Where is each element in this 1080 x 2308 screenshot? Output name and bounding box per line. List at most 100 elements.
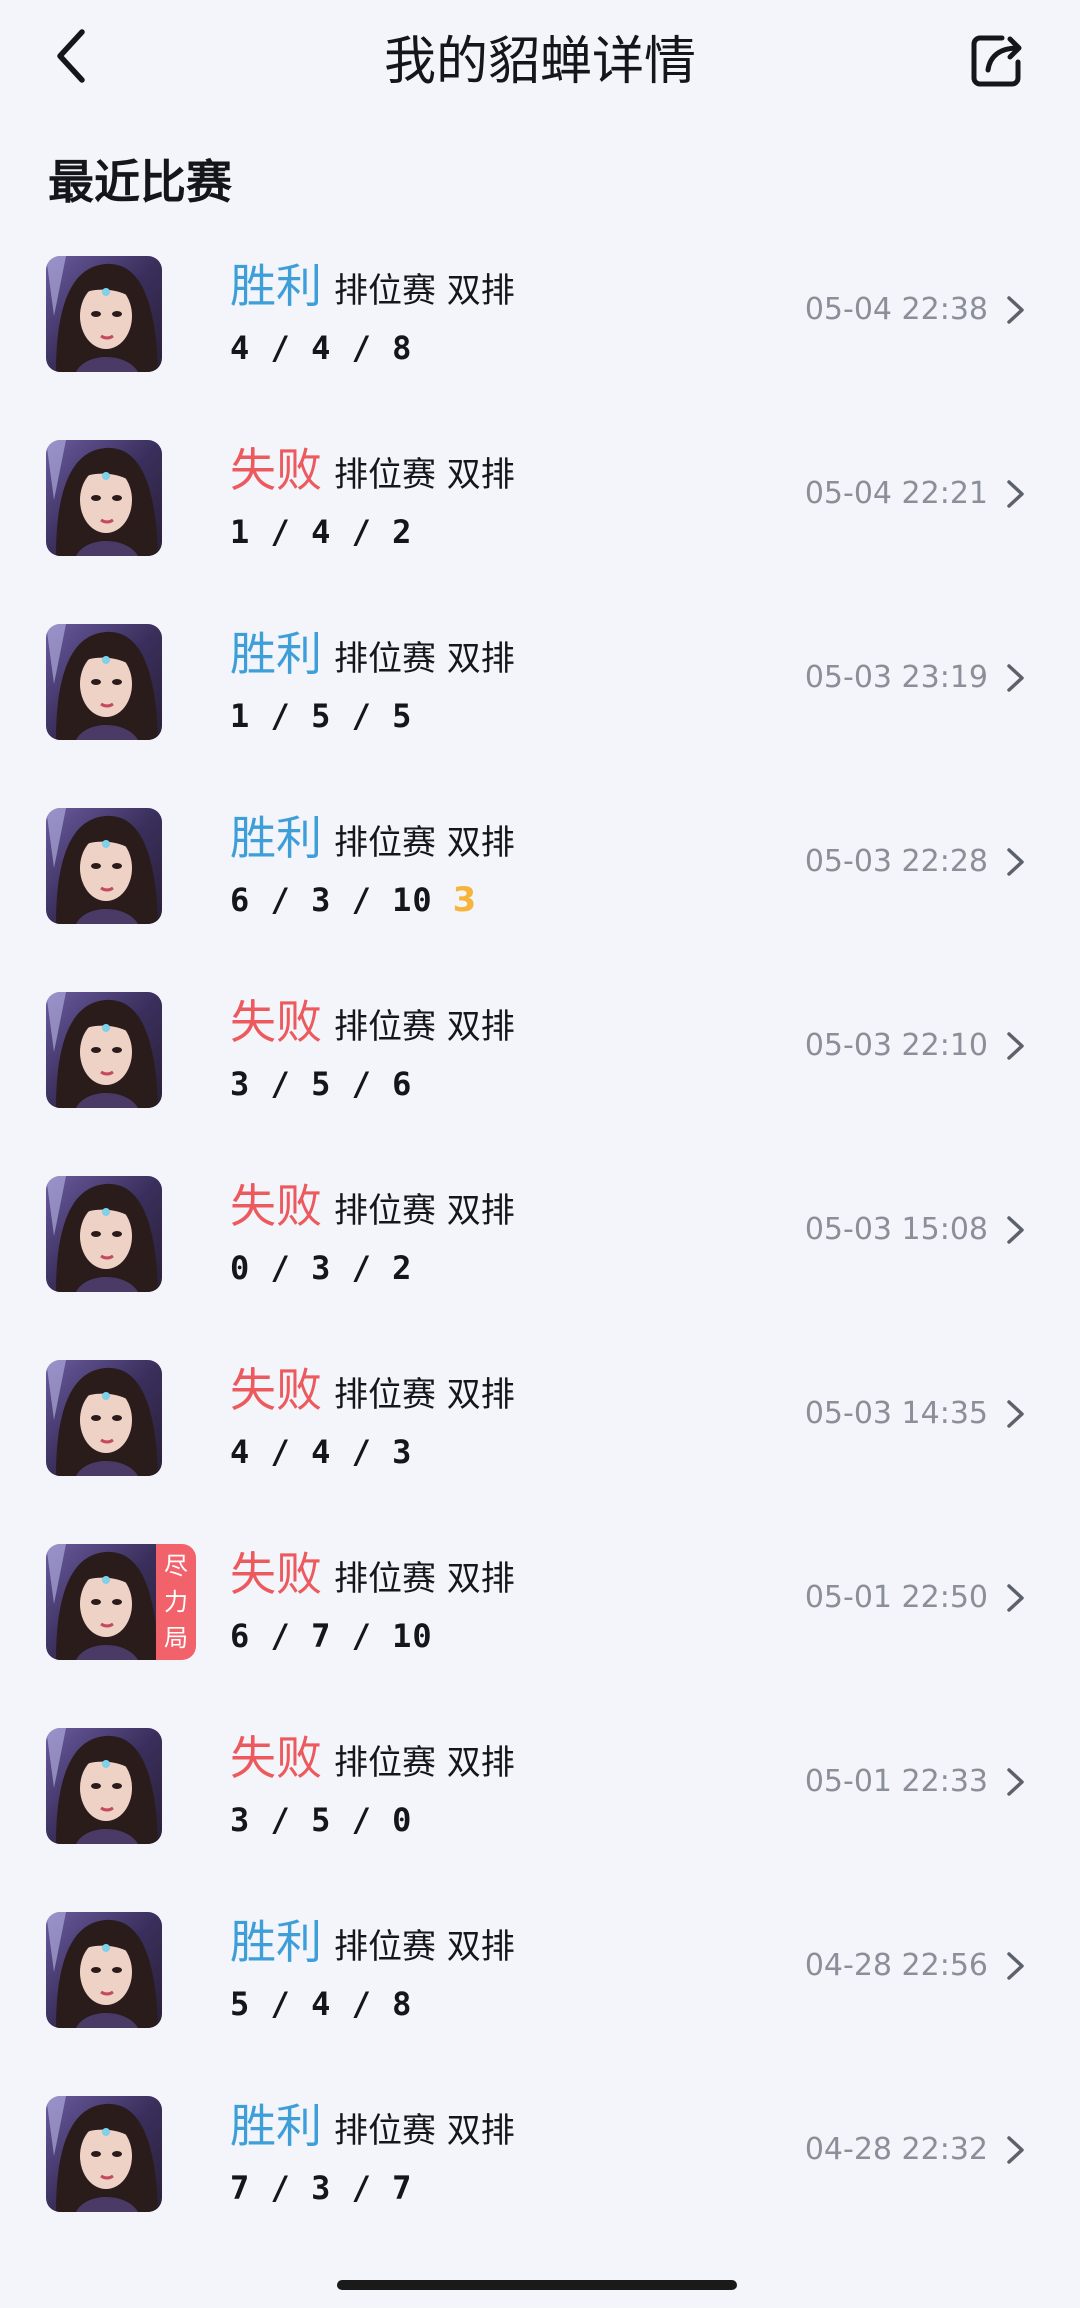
kda-stats: 6 / 3 / 10 3	[230, 876, 477, 924]
hero-avatar	[46, 1176, 162, 1292]
kda-value: 7 / 3 / 7	[230, 2169, 413, 2207]
kda-value: 5 / 4 / 8	[230, 1985, 413, 2023]
match-row[interactable]: 失败 排位赛 双排 3 / 5 / 6 05-03 22:10	[0, 986, 1080, 1170]
share-button[interactable]	[958, 22, 1038, 102]
match-result: 失败	[230, 443, 322, 497]
match-time: 04-28 22:56	[804, 1948, 988, 1983]
match-summary: 失败 排位赛 双排	[230, 1360, 515, 1424]
header-bar: 我的貂蝉详情	[0, 0, 1080, 128]
match-summary: 失败 排位赛 双排	[230, 992, 515, 1056]
kda-value: 4 / 4 / 3	[230, 1433, 413, 1471]
kda-value: 1 / 5 / 5	[230, 697, 413, 735]
match-result: 胜利	[230, 2099, 322, 2153]
chevron-right-icon	[1004, 1580, 1028, 1616]
hero-avatar	[46, 1360, 162, 1476]
match-time: 05-04 22:21	[804, 476, 988, 511]
match-result: 胜利	[230, 259, 322, 313]
match-time: 05-03 14:35	[804, 1396, 988, 1431]
match-result: 失败	[230, 995, 322, 1049]
hero-avatar	[46, 1544, 158, 1660]
match-row[interactable]: 尽力局 失败 排位赛 双排 6 / 7 / 10 05-01 22:50	[0, 1538, 1080, 1722]
hero-avatar	[46, 440, 162, 556]
match-time: 05-03 23:19	[804, 660, 988, 695]
match-summary: 胜利 排位赛 双排	[230, 624, 515, 688]
chevron-right-icon	[1004, 1396, 1028, 1432]
kda-stats: 3 / 5 / 0	[230, 1796, 412, 1844]
match-summary: 失败 排位赛 双排	[230, 440, 515, 504]
match-summary: 胜利 排位赛 双排	[230, 1912, 515, 1976]
hero-avatar	[46, 808, 162, 924]
match-mode: 排位赛 双排	[334, 823, 515, 863]
kda-value: 6 / 3 / 10	[230, 881, 433, 919]
chevron-right-icon	[1004, 292, 1028, 328]
match-row[interactable]: 失败 排位赛 双排 1 / 4 / 2 05-04 22:21	[0, 434, 1080, 618]
home-indicator[interactable]	[337, 2280, 737, 2290]
kda-value: 3 / 5 / 6	[230, 1065, 413, 1103]
match-summary: 胜利 排位赛 双排	[230, 256, 515, 320]
chevron-right-icon	[1004, 1212, 1028, 1248]
page-title: 我的貂蝉详情	[383, 32, 696, 92]
match-time: 05-03 22:10	[804, 1028, 988, 1063]
kda-value: 3 / 5 / 0	[230, 1801, 413, 1839]
match-row[interactable]: 失败 排位赛 双排 4 / 4 / 3 05-03 14:35	[0, 1354, 1080, 1538]
match-mode: 排位赛 双排	[334, 1191, 515, 1231]
match-result: 失败	[230, 1363, 322, 1417]
match-mode: 排位赛 双排	[334, 1743, 515, 1783]
chevron-right-icon	[1004, 1028, 1028, 1064]
chevron-right-icon	[1004, 660, 1028, 696]
kda-value: 1 / 4 / 2	[230, 513, 413, 551]
match-summary: 失败 排位赛 双排	[230, 1544, 515, 1608]
hero-avatar	[46, 1912, 162, 2028]
match-mode: 排位赛 双排	[334, 1375, 515, 1415]
chevron-right-icon	[1004, 2132, 1028, 2168]
kda-stats: 5 / 4 / 8	[230, 1980, 412, 2028]
match-row[interactable]: 失败 排位赛 双排 3 / 5 / 0 05-01 22:33	[0, 1722, 1080, 1906]
kda-stats: 4 / 4 / 8	[230, 324, 412, 372]
kda-stats: 7 / 3 / 7	[230, 2164, 412, 2212]
match-summary: 失败 排位赛 双排	[230, 1176, 515, 1240]
match-mode: 排位赛 双排	[334, 639, 515, 679]
match-summary: 胜利 排位赛 双排	[230, 808, 515, 872]
match-result: 胜利	[230, 627, 322, 681]
match-time: 05-01 22:50	[804, 1580, 988, 1615]
section-title-recent-matches: 最近比赛	[48, 155, 232, 209]
kda-stats: 1 / 5 / 5	[230, 692, 412, 740]
match-mode: 排位赛 双排	[334, 1927, 515, 1967]
match-row[interactable]: 胜利 排位赛 双排 4 / 4 / 8 05-04 22:38	[0, 250, 1080, 434]
match-row[interactable]: 失败 排位赛 双排 0 / 3 / 2 05-03 15:08	[0, 1170, 1080, 1354]
match-time: 05-03 15:08	[804, 1212, 988, 1247]
chevron-right-icon	[1004, 844, 1028, 880]
kda-stats: 1 / 4 / 2	[230, 508, 412, 556]
match-mode: 排位赛 双排	[334, 1007, 515, 1047]
chevron-right-icon	[1004, 1764, 1028, 1800]
match-mode: 排位赛 双排	[334, 2111, 515, 2151]
match-time: 05-04 22:38	[804, 292, 988, 327]
hero-avatar	[46, 1728, 162, 1844]
match-row[interactable]: 胜利 排位赛 双排 6 / 3 / 10 3 05-03 22:28	[0, 802, 1080, 986]
match-list: 胜利 排位赛 双排 4 / 4 / 8 05-04 22:38 失败 排位赛 双排 1 / …	[0, 250, 1080, 2274]
kda-value: 6 / 7 / 10	[230, 1617, 433, 1655]
match-result: 胜利	[230, 1915, 322, 1969]
match-mode: 排位赛 双排	[334, 271, 515, 311]
hero-avatar	[46, 992, 162, 1108]
match-time: 05-01 22:33	[804, 1764, 988, 1799]
match-result: 失败	[230, 1547, 322, 1601]
share-icon	[971, 35, 1022, 87]
match-row[interactable]: 胜利 排位赛 双排 7 / 3 / 7 04-28 22:32	[0, 2090, 1080, 2274]
match-summary: 胜利 排位赛 双排	[230, 2096, 515, 2160]
match-result: 失败	[230, 1179, 322, 1233]
hero-avatar	[46, 2096, 162, 2212]
match-row[interactable]: 胜利 排位赛 双排 1 / 5 / 5 05-03 23:19	[0, 618, 1080, 802]
hero-avatar	[46, 624, 162, 740]
hero-avatar	[46, 256, 162, 372]
match-row[interactable]: 胜利 排位赛 双排 5 / 4 / 8 04-28 22:56	[0, 1906, 1080, 2090]
kda-stats: 0 / 3 / 2	[230, 1244, 412, 1292]
match-summary: 失败 排位赛 双排	[230, 1728, 515, 1792]
match-time: 04-28 22:32	[804, 2132, 988, 2167]
kda-stats: 3 / 5 / 6	[230, 1060, 412, 1108]
match-mode: 排位赛 双排	[334, 455, 515, 495]
match-time: 05-03 22:28	[804, 844, 988, 879]
match-result: 胜利	[230, 811, 322, 865]
kda-stats: 4 / 4 / 3	[230, 1428, 412, 1476]
match-mode: 排位赛 双排	[334, 1559, 515, 1599]
